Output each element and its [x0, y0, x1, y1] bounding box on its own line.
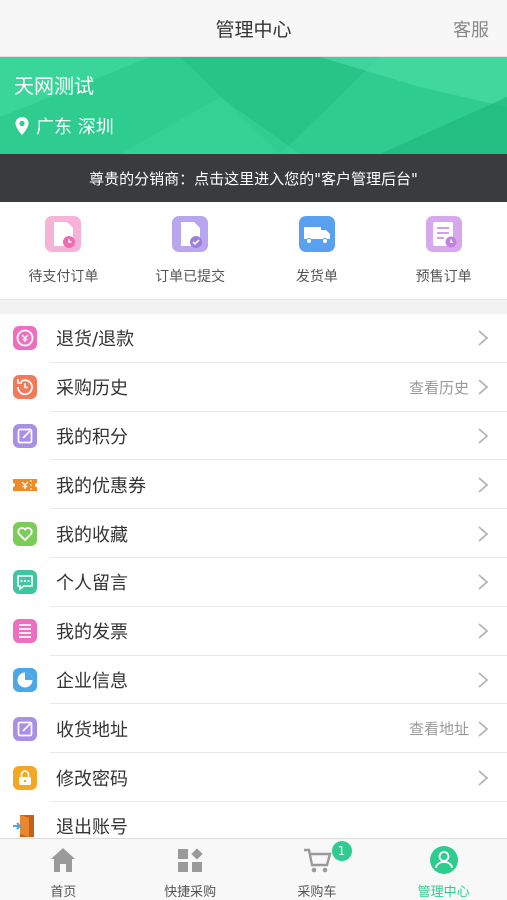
chevron-right-icon [478, 379, 489, 395]
menu-item-refund[interactable]: 退货/退款 [0, 314, 507, 363]
chevron-right-icon [478, 721, 489, 737]
location-pin-icon [15, 117, 29, 135]
order-delivery[interactable]: 发货单 [254, 202, 381, 299]
tab-label: 管理中心 [417, 885, 470, 900]
menu-label: 我的积分 [56, 426, 128, 448]
logout-icon [13, 815, 34, 838]
user-center-icon [429, 846, 458, 874]
order-pending-payment[interactable]: 待支付订单 [0, 202, 127, 299]
menu-item-purchase-history[interactable]: 采购历史 查看历史 [0, 363, 507, 412]
tab-label: 采购车 [297, 885, 337, 900]
menu-label: 我的优惠券 [56, 475, 146, 497]
favorite-icon [13, 521, 37, 546]
menu-item-points[interactable]: 我的积分 [0, 412, 507, 461]
menu-label: 我的收藏 [56, 524, 128, 546]
menu-item-favorites[interactable]: 我的收藏 [0, 509, 507, 558]
view-history-link[interactable]: 查看历史 [409, 377, 469, 398]
tab-label: 快捷采购 [164, 885, 217, 900]
menu-item-company-info[interactable]: 企业信息 [0, 656, 507, 705]
distributor-notice[interactable]: 尊贵的分销商：点击这里进入您的"客户管理后台" [0, 154, 507, 202]
menu-item-change-password[interactable]: 修改密码 [0, 753, 507, 802]
coupon-icon [13, 478, 37, 491]
tab-label: 首页 [50, 885, 77, 900]
order-submitted-label: 订单已提交 [155, 269, 226, 285]
order-submitted[interactable]: 订单已提交 [127, 202, 254, 299]
tab-home[interactable]: 首页 [0, 839, 127, 900]
password-icon [13, 765, 37, 790]
order-delivery-label: 发货单 [295, 269, 338, 285]
chevron-right-icon [478, 525, 489, 542]
bottom-tab-bar: 首页 快捷采购 采购车 1 管理中心 [0, 838, 507, 900]
menu-label: 收货地址 [56, 719, 128, 741]
menu-item-invoices[interactable]: 我的发票 [0, 607, 507, 656]
menu-label: 我的发票 [56, 622, 128, 644]
menu-label: 退货/退款 [56, 329, 135, 351]
presale-order-icon [425, 216, 462, 252]
address-icon [13, 716, 37, 741]
cart-count-badge: 1 [331, 841, 352, 861]
tab-management-center[interactable]: 管理中心 [380, 839, 507, 900]
menu-item-coupons[interactable]: 我的优惠券 [0, 460, 507, 509]
account-location: 广东 深圳 [14, 113, 114, 139]
menu-label: 个人留言 [56, 573, 128, 595]
top-bar: 管理中心 客服 [0, 0, 507, 57]
chevron-right-icon [478, 428, 489, 444]
order-submitted-icon [172, 216, 209, 252]
menu-label: 企业信息 [56, 670, 128, 692]
delivery-truck-icon [298, 216, 335, 252]
profile-banner[interactable]: 天网测试 广东 深圳 [0, 57, 507, 154]
company-info-icon [13, 667, 37, 692]
settings-menu: 退货/退款 采购历史 查看历史 我的积分 我的优惠券 我的收藏 个人留言 我的发… [0, 314, 507, 851]
chevron-right-icon [478, 623, 489, 639]
home-icon [51, 848, 76, 872]
tab-cart[interactable]: 采购车 1 [254, 839, 381, 900]
history-icon [13, 375, 37, 400]
cart-icon [303, 848, 332, 873]
menu-label: 退出账号 [56, 817, 128, 839]
menu-label: 修改密码 [56, 768, 128, 790]
chevron-right-icon [478, 330, 489, 347]
invoice-icon [13, 619, 37, 644]
location-text: 广东 深圳 [36, 117, 114, 138]
menu-label: 采购历史 [56, 378, 128, 400]
chevron-right-icon [478, 477, 489, 493]
message-icon [13, 570, 37, 595]
chevron-right-icon [478, 769, 489, 786]
pending-payment-icon [45, 216, 82, 252]
order-presale[interactable]: 预售订单 [380, 202, 507, 299]
customer-service-link[interactable]: 客服 [453, 16, 489, 42]
quick-purchase-icon [178, 848, 203, 872]
refund-icon [13, 326, 37, 351]
order-shortcuts: 待支付订单 订单已提交 发货单 预售订单 [0, 202, 507, 300]
order-presale-label: 预售订单 [415, 269, 472, 285]
menu-item-messages[interactable]: 个人留言 [0, 558, 507, 607]
points-icon [13, 423, 37, 448]
menu-item-shipping-address[interactable]: 收货地址 查看地址 [0, 704, 507, 753]
notice-text: 尊贵的分销商：点击这里进入您的"客户管理后台" [89, 169, 418, 188]
page-title: 管理中心 [215, 18, 292, 41]
view-address-link[interactable]: 查看地址 [409, 718, 469, 739]
chevron-right-icon [478, 574, 489, 591]
tab-quick-purchase[interactable]: 快捷采购 [127, 839, 254, 900]
order-pending-label: 待支付订单 [28, 269, 99, 285]
chevron-right-icon [478, 672, 489, 688]
account-name: 天网测试 [14, 74, 94, 98]
